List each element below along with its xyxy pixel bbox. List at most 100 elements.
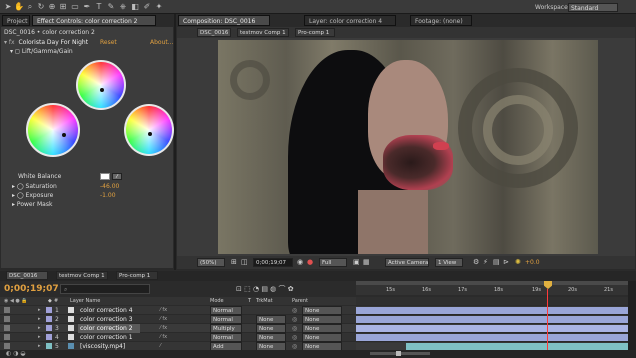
timeline-icon[interactable]: ▤	[493, 258, 500, 266]
layer-row-selected[interactable]: ▸ 3 color correction 2 ⁄ fx Multiply Non…	[0, 324, 636, 333]
color-channel-icon[interactable]: ●	[307, 258, 313, 266]
zoom-tool-icon[interactable]: ⌕	[25, 2, 35, 12]
timeline-search-input[interactable]: ⌕	[60, 284, 150, 294]
tab-footage[interactable]: Footage: (none)	[410, 15, 472, 26]
layer-row[interactable]: ▸ 2 color correction 3 ⁄ fx Normal None …	[0, 315, 636, 324]
expand-triangle-icon[interactable]: ▸ ◯	[12, 192, 26, 199]
subtab-testmov[interactable]: testmov Comp 1	[237, 28, 289, 37]
visibility-eye-icon[interactable]	[4, 334, 10, 340]
draft-3d-icon[interactable]: ⬚	[244, 285, 251, 293]
selection-tool-icon[interactable]: ➤	[3, 2, 13, 12]
trkmat-select[interactable]: None	[256, 315, 286, 324]
parent-pickwhip-icon[interactable]: ◎	[292, 333, 297, 342]
tab-composition[interactable]: Composition: DSC_0016	[178, 15, 270, 26]
grid-toggle-icon[interactable]: ⊞	[231, 258, 237, 266]
fx-switch-icon[interactable]: ⁄ fx	[160, 324, 167, 333]
visibility-eye-icon[interactable]	[4, 343, 10, 349]
layer-duration-bar[interactable]	[356, 325, 628, 332]
expand-triangle-icon[interactable]: ▸	[38, 334, 41, 340]
label-color-swatch[interactable]	[46, 316, 52, 322]
col-trkmat[interactable]: TrkMat	[256, 297, 273, 305]
layer-duration-bar[interactable]	[356, 316, 628, 323]
parent-select[interactable]: None	[302, 333, 342, 342]
motion-blur-icon[interactable]: ◍	[270, 285, 276, 293]
toggle-switches-icon[interactable]: ◐ ◑ ◒	[6, 350, 26, 357]
parent-pickwhip-icon[interactable]: ◎	[292, 306, 297, 315]
pen-tool-icon[interactable]: ✒	[82, 2, 92, 12]
layer-name[interactable]: color correction 1	[80, 333, 133, 342]
clone-stamp-tool-icon[interactable]: ⎈	[118, 2, 128, 12]
tab-layer[interactable]: Layer: color correction 4	[304, 15, 396, 26]
expand-triangle-icon[interactable]: ▸	[38, 325, 41, 331]
rectangle-tool-icon[interactable]: ▭	[70, 2, 80, 12]
timeline-scrollbar[interactable]	[628, 281, 636, 350]
mode-select[interactable]: Normal	[210, 333, 242, 342]
gain-wheel-handle[interactable]	[148, 132, 152, 136]
snapshot-icon[interactable]: ◉	[297, 258, 303, 266]
flowchart-icon[interactable]: ⊳	[503, 258, 509, 266]
layer-row[interactable]: ▸ 1 color correction 4 ⁄ fx Normal ◎ Non…	[0, 306, 636, 315]
mode-select[interactable]: Multiply	[210, 324, 242, 333]
shy-layers-icon[interactable]: ◔	[253, 285, 259, 293]
layer-duration-bar[interactable]	[356, 334, 628, 341]
expand-triangle-icon[interactable]: ▸	[38, 343, 41, 349]
col-t[interactable]: T	[248, 297, 251, 305]
frame-blending-icon[interactable]: ▤	[261, 285, 268, 293]
parent-select[interactable]: None	[302, 315, 342, 324]
subtab-precomp[interactable]: Pro-comp 1	[295, 28, 335, 37]
brush-tool-icon[interactable]: ✎	[106, 2, 116, 12]
label-color-swatch[interactable]	[46, 334, 52, 340]
timeline-tab-precomp[interactable]: Pro-comp 1	[116, 271, 158, 280]
expand-triangle-icon[interactable]: ▸ ◯	[12, 183, 26, 190]
camera-tool-icon[interactable]: ⊕	[47, 2, 57, 12]
col-parent[interactable]: Parent	[292, 297, 308, 305]
exposure-readout[interactable]: +0.0	[525, 259, 540, 266]
time-ruler[interactable]: 15s 16s 17s 18s 19s 20s 21s	[356, 281, 628, 295]
pan-behind-tool-icon[interactable]: ⊞	[58, 2, 68, 12]
mode-select[interactable]: Normal	[210, 306, 242, 315]
brainstorm-icon[interactable]: ✿	[288, 285, 294, 293]
timeline-timecode[interactable]: 0;00;19;07	[4, 284, 59, 294]
type-tool-icon[interactable]: T	[94, 2, 104, 12]
work-area-bar[interactable]	[356, 281, 628, 285]
gain-color-wheel[interactable]	[124, 104, 174, 156]
parent-select[interactable]: None	[302, 306, 342, 315]
gamma-wheel-handle[interactable]	[100, 88, 104, 92]
white-balance-swatch[interactable]	[100, 173, 110, 180]
camera-select[interactable]: Active Camera	[385, 258, 429, 267]
fx-switch-icon[interactable]: ⁄ fx	[160, 306, 167, 315]
timeline-tab-dsc[interactable]: DSC_0016	[6, 271, 48, 280]
trkmat-select[interactable]: None	[256, 333, 286, 342]
zoom-select[interactable]: (50%)	[197, 258, 225, 267]
region-of-interest-icon[interactable]: ▣	[353, 258, 360, 266]
rotate-tool-icon[interactable]: ↻	[36, 2, 46, 12]
puppet-tool-icon[interactable]: ✦	[154, 2, 164, 12]
col-layer-name[interactable]: Layer Name	[70, 297, 100, 305]
expand-triangle-icon[interactable]: ▸	[38, 316, 41, 322]
label-color-swatch[interactable]	[46, 325, 52, 331]
fx-switch-icon[interactable]: ⁄ fx	[160, 333, 167, 342]
parent-pickwhip-icon[interactable]: ◎	[292, 324, 297, 333]
layer-row[interactable]: ▸ 4 color correction 1 ⁄ fx Normal None …	[0, 333, 636, 342]
layer-name[interactable]: color correction 3	[80, 315, 133, 324]
eraser-tool-icon[interactable]: ◧	[130, 2, 140, 12]
col-mode[interactable]: Mode	[210, 297, 224, 305]
lift-wheel-handle[interactable]	[62, 133, 66, 137]
expand-triangle-icon[interactable]: ▾ ◻	[10, 48, 22, 55]
visibility-eye-icon[interactable]	[4, 325, 10, 331]
mask-toggle-icon[interactable]: ◫	[241, 258, 248, 266]
viewer-timecode[interactable]: 0;00;19;07	[253, 258, 293, 267]
parent-pickwhip-icon[interactable]: ◎	[292, 315, 297, 324]
layer-duration-bar[interactable]	[406, 343, 628, 350]
layer-duration-bar[interactable]	[356, 307, 628, 314]
lgg-section[interactable]: ▾ ◻ Lift/Gamma/Gain	[10, 47, 73, 57]
reset-button[interactable]: Reset	[100, 38, 117, 48]
lift-color-wheel[interactable]	[26, 103, 80, 157]
tab-effect-controls[interactable]: Effect Controls: color correction 2	[32, 15, 156, 26]
exposure-value[interactable]: -1.00	[100, 191, 116, 201]
expand-triangle-icon[interactable]: ▸	[38, 307, 41, 313]
toggle-pixel-icon[interactable]: ⚙	[473, 258, 479, 266]
trkmat-select[interactable]: None	[256, 324, 286, 333]
workspace-select[interactable]: Standard	[568, 3, 618, 12]
fx-switch-icon[interactable]: ⁄ fx	[160, 315, 167, 324]
